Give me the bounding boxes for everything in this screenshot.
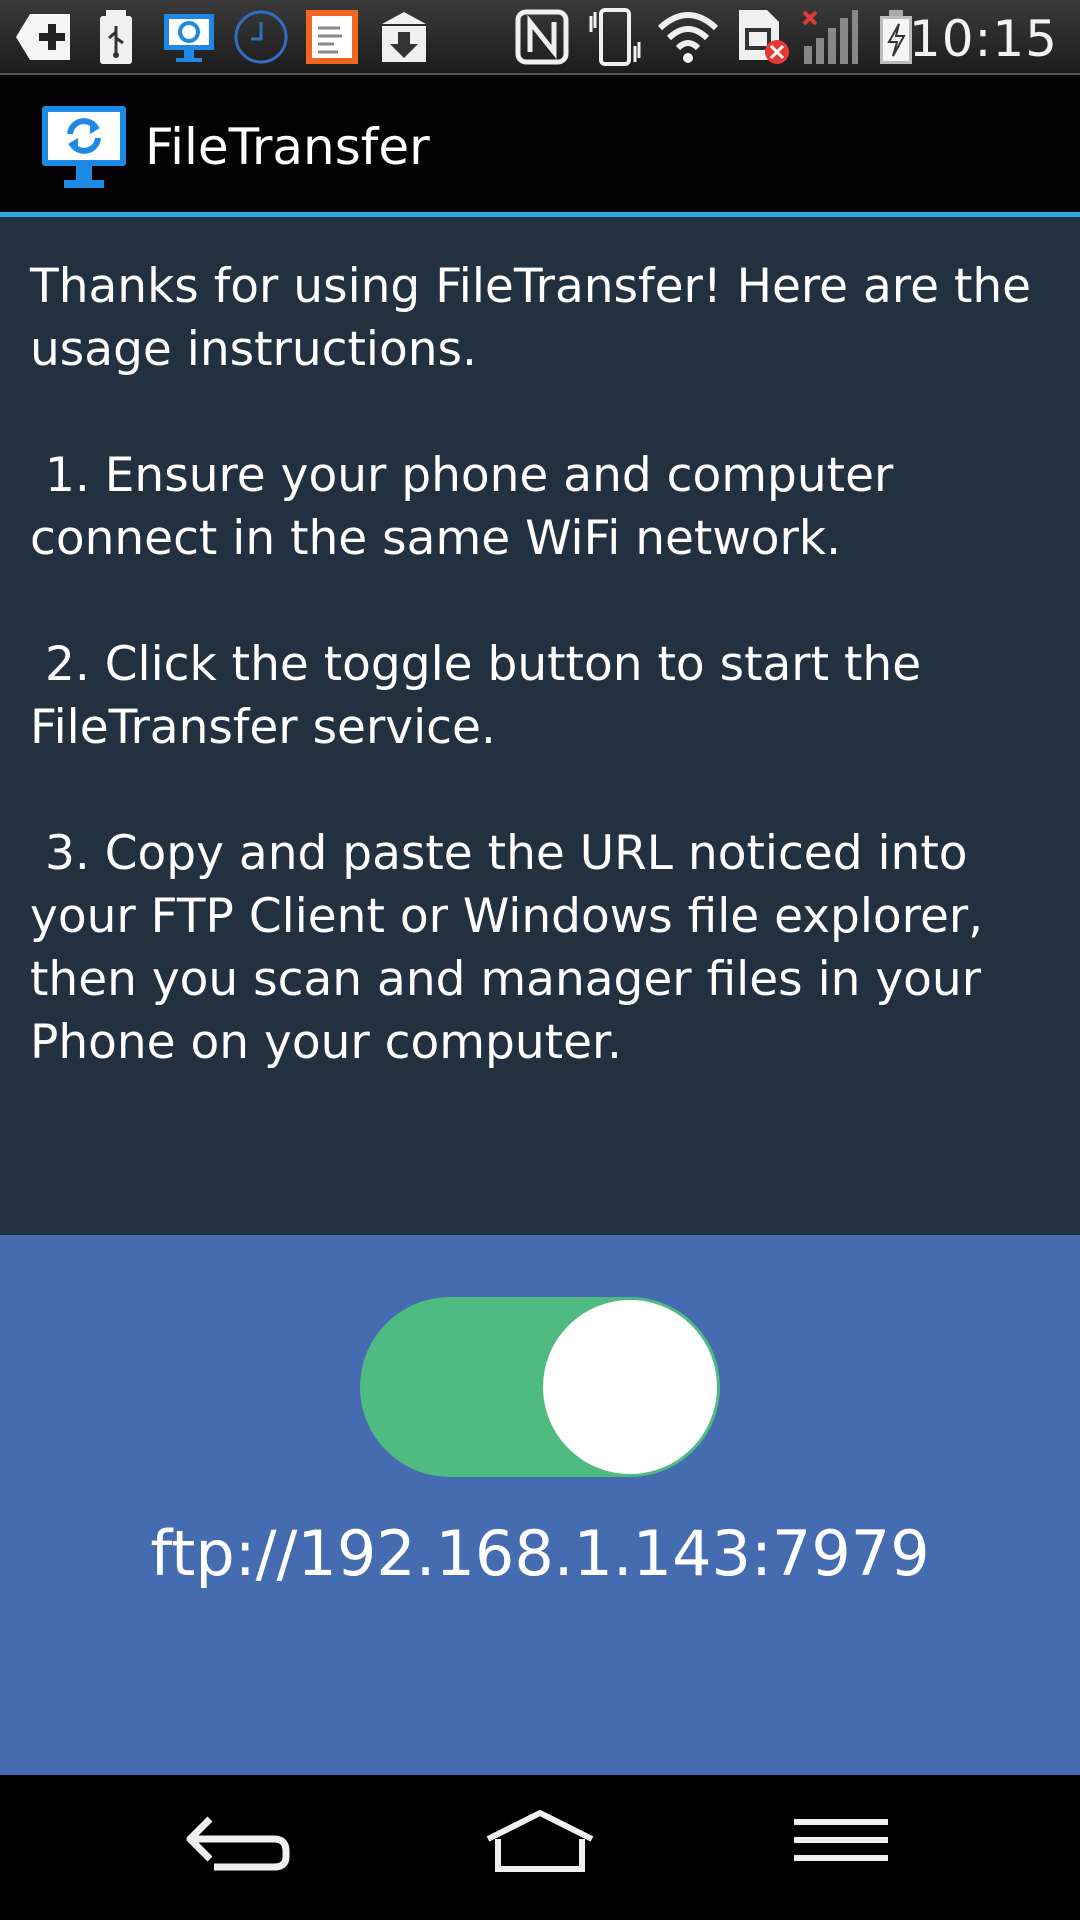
wifi-icon	[656, 8, 720, 66]
status-time: 10:15	[908, 10, 1058, 68]
navigation-bar	[0, 1775, 1080, 1920]
filetransfer-notification-icon	[160, 8, 218, 66]
service-toggle[interactable]	[360, 1297, 720, 1477]
instructions-panel: Thanks for using FileTransfer! Here are …	[0, 217, 1080, 1235]
instruction-step-3: 3. Copy and paste the URL noticed into y…	[30, 826, 999, 1070]
notes-icon	[304, 8, 360, 66]
control-panel: ftp://192.168.1.143:7979	[0, 1235, 1080, 1775]
clock-icon	[232, 8, 290, 66]
ftp-url: ftp://192.168.1.143:7979	[150, 1517, 930, 1590]
instruction-step-1: 1. Ensure your phone and computer connec…	[30, 448, 909, 566]
app-title: FileTransfer	[145, 118, 430, 176]
back-icon[interactable]	[168, 1805, 308, 1890]
menu-icon[interactable]	[772, 1805, 912, 1890]
home-icon[interactable]	[470, 1805, 610, 1890]
filetransfer-logo-icon	[40, 104, 128, 194]
download-icon	[376, 8, 432, 66]
add-icon	[14, 8, 74, 66]
instructions-intro: Thanks for using FileTransfer! Here are …	[30, 259, 1047, 377]
nfc-icon	[514, 8, 570, 66]
instruction-step-2: 2. Click the toggle button to start the …	[30, 637, 937, 755]
sim-error-icon	[735, 8, 791, 66]
status-bar: 10:15	[0, 0, 1080, 75]
usb-icon	[96, 8, 136, 66]
app-bar: FileTransfer	[0, 77, 1080, 212]
toggle-knob[interactable]	[543, 1300, 717, 1474]
vibrate-icon	[585, 8, 645, 66]
signal-icon	[800, 8, 860, 66]
